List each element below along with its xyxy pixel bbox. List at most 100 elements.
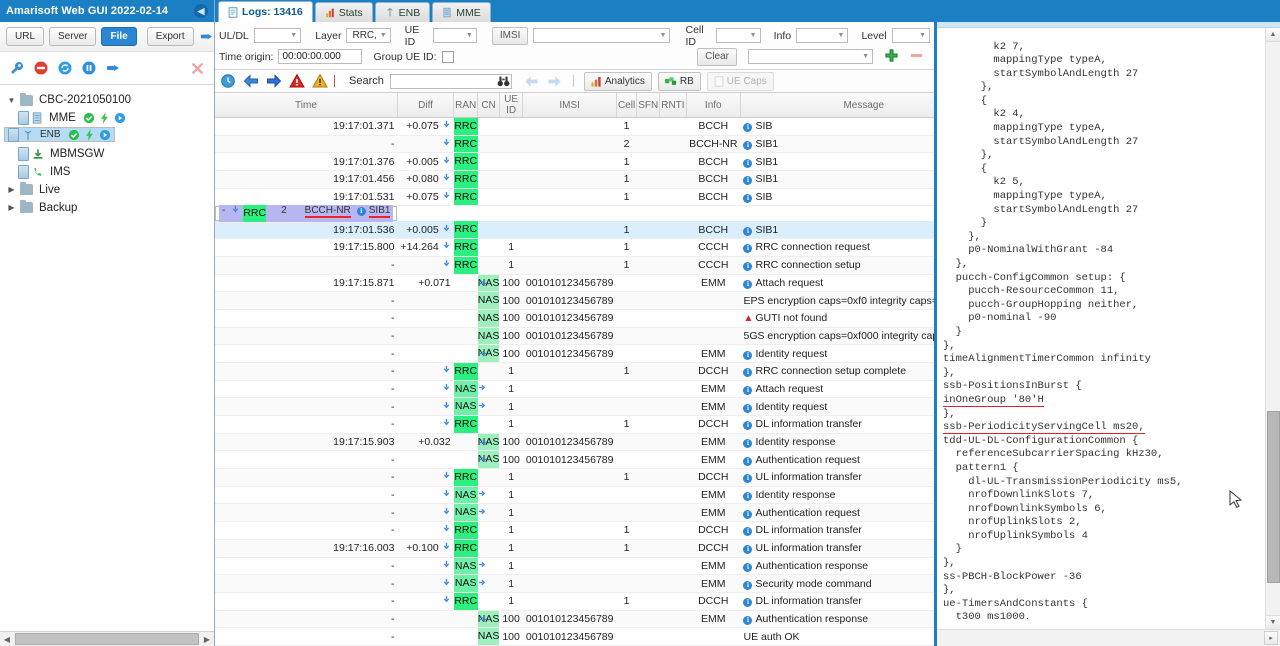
preset-select[interactable]: ▼	[748, 49, 873, 64]
table-row[interactable]: - NAS 1 EMM i Authentication response	[215, 557, 934, 576]
arrow-right-icon[interactable]	[265, 73, 282, 90]
tab-enb[interactable]: ENB	[374, 2, 431, 22]
table-row[interactable]: - NAS 100 001010123456789 EMM i Authentication…	[215, 610, 934, 629]
table-row[interactable]: - NAS 1 EMM i Authentication request	[215, 503, 934, 523]
column-header-cell[interactable]: Cell	[616, 93, 638, 118]
table-row[interactable]: - NAS 1 EMM i Attach request	[215, 380, 934, 399]
refresh-icon[interactable]	[56, 60, 73, 77]
close-icon[interactable]	[189, 60, 206, 77]
play-icon[interactable]	[99, 129, 111, 141]
clear-button[interactable]: Clear	[697, 47, 737, 66]
resize-grip-icon[interactable]: ▸	[1264, 631, 1278, 645]
table-row[interactable]: - RRC 2 BCCH-NR i SIB1	[215, 135, 934, 154]
table-row[interactable]: - RRC 2 BCCH-NR i SIB1	[215, 205, 398, 223]
scroll-down-arrow-icon[interactable]: ▼	[1266, 615, 1280, 629]
clock-icon[interactable]	[219, 73, 236, 90]
table-row[interactable]: - NAS 100 001010123456789 ▲ GUTI not found	[215, 309, 934, 328]
level-select[interactable]: ▼	[891, 28, 930, 43]
tree-item-mme[interactable]: MME	[4, 109, 214, 127]
chevron-left-icon[interactable]: ◀	[194, 4, 208, 18]
export-button[interactable]: Export	[146, 27, 194, 46]
detail-text[interactable]: k2 7, mappingType typeA, startSymbolAndL…	[937, 39, 1265, 619]
scroll-left-arrow-icon[interactable]: ◀	[0, 635, 14, 644]
scroll-up-arrow-icon[interactable]: ▲	[1266, 28, 1280, 42]
table-row[interactable]: - NAS 100 001010123456789 EPS encryption cap…	[215, 291, 934, 310]
column-header-rnti[interactable]: RNTI	[659, 93, 687, 118]
imsi-button[interactable]: IMSI	[491, 26, 529, 45]
uldl-select[interactable]: ▼	[253, 28, 302, 43]
source-file-button[interactable]: File	[101, 27, 137, 46]
table-row[interactable]: 19:17:01.371 +0.075 RRC 1 BCCH i SIB	[215, 117, 934, 136]
wrench-icon[interactable]	[8, 60, 25, 77]
tree-item-ims[interactable]: IMS	[4, 163, 214, 181]
column-header-message[interactable]: Message	[740, 93, 934, 118]
binoculars-icon[interactable]	[497, 75, 510, 91]
scroll-thumb[interactable]	[1267, 411, 1280, 583]
detail-vertical-scrollbar[interactable]: ▲ ▼	[1265, 28, 1280, 629]
pause-icon[interactable]	[80, 60, 97, 77]
source-server-button[interactable]: Server	[49, 27, 97, 46]
error-icon[interactable]	[288, 73, 305, 90]
search-input[interactable]	[389, 73, 512, 89]
column-header-cn[interactable]: CN	[477, 93, 500, 118]
info-select[interactable]: ▼	[796, 28, 849, 43]
scroll-thumb[interactable]	[15, 633, 199, 645]
tab-stats[interactable]: Stats	[314, 2, 373, 22]
table-row[interactable]: 19:17:01.531 +0.075 RRC 1 BCCH i SIB	[215, 188, 934, 207]
table-row[interactable]: 19:17:15.800 +14.264 RRC 1 1 CCCH i RRC connec…	[215, 238, 934, 257]
tree-item-backup[interactable]: ▶ Backup	[4, 199, 214, 217]
tree-item-mbmsgw[interactable]: MBMSGW	[4, 145, 214, 163]
plus-icon[interactable]	[884, 48, 899, 66]
bolt-icon[interactable]	[100, 112, 109, 124]
table-row[interactable]: 19:17:01.536 +0.005 RRC 1 BCCH i SIB1	[215, 221, 934, 240]
table-row[interactable]: - NAS 100 001010123456789 5GS encryption cap…	[215, 327, 934, 346]
table-row[interactable]: - NAS 1 EMM i Identity request	[215, 397, 934, 416]
source-url-button[interactable]: URL	[6, 27, 45, 46]
arrow-left-icon[interactable]	[242, 73, 259, 90]
ok-icon[interactable]	[83, 112, 95, 124]
column-header-ue-id[interactable]: UE ID	[499, 93, 524, 118]
table-row[interactable]: 19:17:15.903 +0.032 NAS 100 001010123456789 E…	[215, 433, 934, 452]
triangle-right-icon[interactable]: ▶	[6, 185, 17, 194]
tree-item-enb[interactable]: ENB	[4, 127, 115, 142]
table-row[interactable]: 19:17:16.003 +0.100 RRC 1 1 DCCH i UL informat…	[215, 539, 934, 558]
column-header-info[interactable]: Info	[686, 93, 741, 118]
table-row[interactable]: - NAS 100 001010123456789 EMM i Authentication…	[215, 450, 934, 470]
group-ueid-checkbox[interactable]	[441, 50, 454, 63]
table-row[interactable]: 19:17:01.456 +0.080 RRC 1 BCCH i SIB1	[215, 170, 934, 189]
ueid-select[interactable]: ▼	[432, 28, 477, 43]
table-row[interactable]: - RRC 1 1 DCCH i DL information transfer	[215, 592, 934, 611]
table-row[interactable]: 19:17:15.871 +0.071 NAS 100 001010123456789 E…	[215, 274, 934, 293]
triangle-down-icon[interactable]: ▼	[6, 96, 17, 105]
scroll-right-arrow-icon[interactable]: ▶	[200, 635, 214, 644]
search-prev-icon[interactable]	[523, 73, 540, 90]
table-row[interactable]: - RRC 1 1 CCCH i RRC connection setup	[215, 256, 934, 275]
stop-icon[interactable]	[32, 60, 49, 77]
column-header-time[interactable]: Time	[215, 93, 398, 118]
tab-mme[interactable]: MME	[432, 2, 491, 22]
bolt-icon[interactable]	[85, 128, 94, 141]
table-row[interactable]: - NAS 100 001010123456789 UE auth OK	[215, 627, 934, 646]
warning-icon[interactable]	[311, 73, 328, 90]
sidebar-horizontal-scrollbar[interactable]: ◀ ▶	[0, 631, 214, 646]
table-row[interactable]: - RRC 1 1 DCCH i DL information transfer	[215, 521, 934, 540]
search-next-icon[interactable]	[546, 73, 563, 90]
tab-logs[interactable]: Logs: 13416	[218, 1, 313, 22]
cellid-select[interactable]: ▼	[716, 28, 761, 43]
table-row[interactable]: - RRC 1 1 DCCH i UL information transfer	[215, 468, 934, 487]
table-row[interactable]: 19:17:01.376 +0.005 RRC 1 BCCH i SIB1	[215, 152, 934, 172]
plug-icon[interactable]	[199, 28, 214, 45]
column-header-sfn[interactable]: SFN	[636, 93, 661, 118]
rb-button[interactable]: RB	[657, 71, 701, 91]
play-icon[interactable]	[114, 112, 126, 124]
table-row[interactable]: - RRC 1 1 DCCH i DL information transfer	[215, 415, 934, 434]
tree-item-live[interactable]: ▶ Live	[4, 181, 214, 199]
table-row[interactable]: - NAS 1 EMM i Security mode command	[215, 574, 934, 593]
tree-item-cbc-2021050100[interactable]: ▼ CBC-2021050100	[4, 91, 214, 109]
column-header-diff[interactable]: Diff	[397, 93, 455, 118]
analytics-button[interactable]: Analytics	[583, 71, 652, 91]
ue-caps-button[interactable]: UE Caps	[706, 71, 774, 91]
layer-select[interactable]: RRC, ▼	[346, 28, 391, 43]
connect-icon[interactable]	[104, 60, 121, 77]
imsi-select[interactable]: ▼	[533, 28, 671, 43]
